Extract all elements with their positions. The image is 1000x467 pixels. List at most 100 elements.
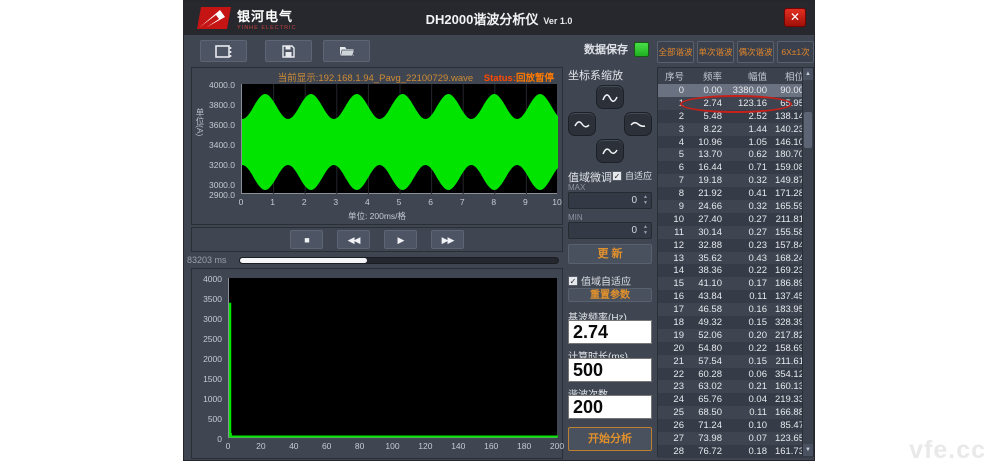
elapsed-time-label: 83203 ms — [187, 255, 227, 265]
table-cell: 20 — [658, 343, 684, 354]
column-header-0: 序号 — [658, 69, 684, 83]
reset-params-button[interactable]: 重置参数 — [568, 288, 652, 302]
calc-duration-input[interactable]: 500 — [568, 358, 652, 382]
table-cell: 138.14 — [767, 111, 804, 122]
table-row[interactable]: 1746.580.16183.95 — [658, 303, 813, 316]
harmonic-tab-2[interactable]: 偶次谐波 — [737, 41, 774, 63]
table-cell: 3 — [658, 124, 684, 135]
update-button[interactable]: 更 新 — [568, 244, 652, 264]
waveform-x-axis-label: 单位: 200ms/格 — [192, 210, 562, 222]
min-input[interactable]: 0 ▲ ▼ — [568, 222, 652, 239]
zoom-right-button[interactable] — [624, 112, 652, 136]
spectrum-panel: 05001000150020002500300035004000 0204060… — [191, 268, 563, 459]
table-row[interactable]: 2260.280.06354.12 — [658, 368, 813, 381]
table-row[interactable]: 25.482.52138.14 — [658, 110, 813, 123]
start-analysis-button[interactable]: 开始分析 — [568, 427, 652, 451]
table-row[interactable]: 821.920.41171.28 — [658, 187, 813, 200]
table-row[interactable]: 1849.320.15328.39 — [658, 316, 813, 329]
zoom-left-button[interactable] — [568, 112, 596, 136]
scroll-down-icon[interactable]: ▼ — [803, 444, 813, 456]
auto-range-checkbox[interactable]: ✓ 自适应 — [612, 169, 652, 182]
harmonic-tab-3[interactable]: 6X±1次 — [777, 41, 814, 63]
harmonic-tab-1[interactable]: 单次谐波 — [697, 41, 734, 63]
table-cell: 28 — [658, 446, 684, 457]
save-button[interactable] — [265, 40, 312, 62]
table-row[interactable]: 1130.140.27155.58 — [658, 226, 813, 239]
waveform-chart[interactable] — [241, 84, 557, 194]
fundamental-freq-input[interactable]: 2.74 — [568, 320, 652, 344]
max-spinner-arrows[interactable]: ▲ ▼ — [643, 195, 648, 206]
table-row[interactable]: 2773.980.07123.65 — [658, 432, 813, 445]
tick-label: 2000 — [203, 354, 222, 364]
table-cell: 123.65 — [767, 433, 804, 444]
waveform-x-ticks: 012345678910 — [241, 197, 557, 207]
display-mode-button[interactable] — [200, 40, 247, 62]
table-cell: 155.58 — [767, 227, 804, 238]
table-cell: 1 — [658, 98, 684, 109]
zoom-up-button[interactable] — [596, 85, 624, 109]
tick-label: 0 — [239, 197, 244, 207]
table-row[interactable]: 1438.360.22169.23 — [658, 264, 813, 277]
table-cell: 0.04 — [722, 394, 767, 405]
table-cell: 43.84 — [684, 291, 722, 302]
harmonic-count-input[interactable]: 200 — [568, 395, 652, 419]
table-row[interactable]: 2157.540.15211.61 — [658, 355, 813, 368]
table-row[interactable]: 410.961.05146.10 — [658, 136, 813, 149]
tick-label: 1500 — [203, 374, 222, 384]
fast-forward-button[interactable]: ▶▶ — [431, 230, 464, 249]
tick-label: 20 — [256, 441, 265, 451]
table-row[interactable]: 1335.620.43168.24 — [658, 252, 813, 265]
stop-button[interactable]: ■ — [290, 230, 323, 249]
scroll-up-icon[interactable]: ▲ — [803, 68, 813, 80]
play-button[interactable]: ▶ — [384, 230, 417, 249]
scrollbar-thumb[interactable] — [804, 112, 812, 148]
value-auto-range-checkbox[interactable]: ✓ 值域自适应 — [568, 273, 631, 288]
table-row[interactable]: 2671.240.1085.47 — [658, 419, 813, 432]
fast-forward-icon: ▶▶ — [442, 235, 454, 245]
table-row[interactable]: 2568.500.11166.88 — [658, 406, 813, 419]
table-scrollbar[interactable]: ▲ ▼ — [802, 68, 813, 456]
table-row[interactable]: 719.180.32149.87 — [658, 174, 813, 187]
play-icon: ▶ — [398, 235, 404, 245]
max-input[interactable]: 0 ▲ ▼ — [568, 192, 652, 209]
table-cell: 157.84 — [767, 240, 804, 251]
harmonic-tab-0[interactable]: 全部谐波 — [657, 41, 694, 63]
table-row[interactable]: 2465.760.04219.33 — [658, 393, 813, 406]
zoom-down-button[interactable] — [596, 139, 624, 163]
table-row[interactable]: 38.221.44140.23 — [658, 123, 813, 136]
tick-label: 100 — [385, 441, 399, 451]
table-row[interactable]: 924.660.32165.59 — [658, 200, 813, 213]
table-row[interactable]: 1027.400.27211.81 — [658, 213, 813, 226]
table-cell: 146.10 — [767, 137, 804, 148]
playback-progress-bar[interactable] — [239, 257, 559, 264]
table-row[interactable]: 1541.100.17186.89 — [658, 277, 813, 290]
open-file-button[interactable] — [323, 40, 370, 62]
spectrum-chart[interactable] — [228, 278, 557, 438]
table-cell: 27 — [658, 433, 684, 444]
table-row[interactable]: 2363.020.21160.13 — [658, 380, 813, 393]
min-spinner-arrows[interactable]: ▲ ▼ — [643, 225, 648, 236]
table-cell: 35.62 — [684, 253, 722, 264]
table-cell: 17 — [658, 304, 684, 315]
table-cell: 21 — [658, 356, 684, 367]
table-row[interactable]: 1952.060.20217.82 — [658, 329, 813, 342]
table-cell: 137.45 — [767, 291, 804, 302]
table-cell: 0.27 — [722, 214, 767, 225]
table-row[interactable]: 1232.880.23157.84 — [658, 239, 813, 252]
table-cell: 0.32 — [722, 175, 767, 186]
table-row[interactable]: 2054.800.22158.69 — [658, 342, 813, 355]
rewind-button[interactable]: ◀◀ — [337, 230, 370, 249]
table-row[interactable]: 513.700.62180.70 — [658, 148, 813, 161]
table-row[interactable]: 616.440.71159.08 — [658, 161, 813, 174]
table-row[interactable]: 2876.720.18161.73 — [658, 445, 813, 458]
table-row[interactable]: 00.003380.0090.00 — [658, 84, 813, 97]
spectrum-x-ticks: 020406080100120140160180200 — [228, 441, 557, 451]
table-cell: 49.32 — [684, 317, 722, 328]
table-row[interactable]: 12.74123.1665.95 — [658, 97, 813, 110]
table-cell: 24 — [658, 394, 684, 405]
table-cell: 46.58 — [684, 304, 722, 315]
table-cell: 73.98 — [684, 433, 722, 444]
table-row[interactable]: 1643.840.11137.45 — [658, 290, 813, 303]
tick-label: 3000 — [203, 314, 222, 324]
harmonics-table-body: 00.003380.0090.0012.74123.1665.9525.482.… — [658, 84, 813, 458]
